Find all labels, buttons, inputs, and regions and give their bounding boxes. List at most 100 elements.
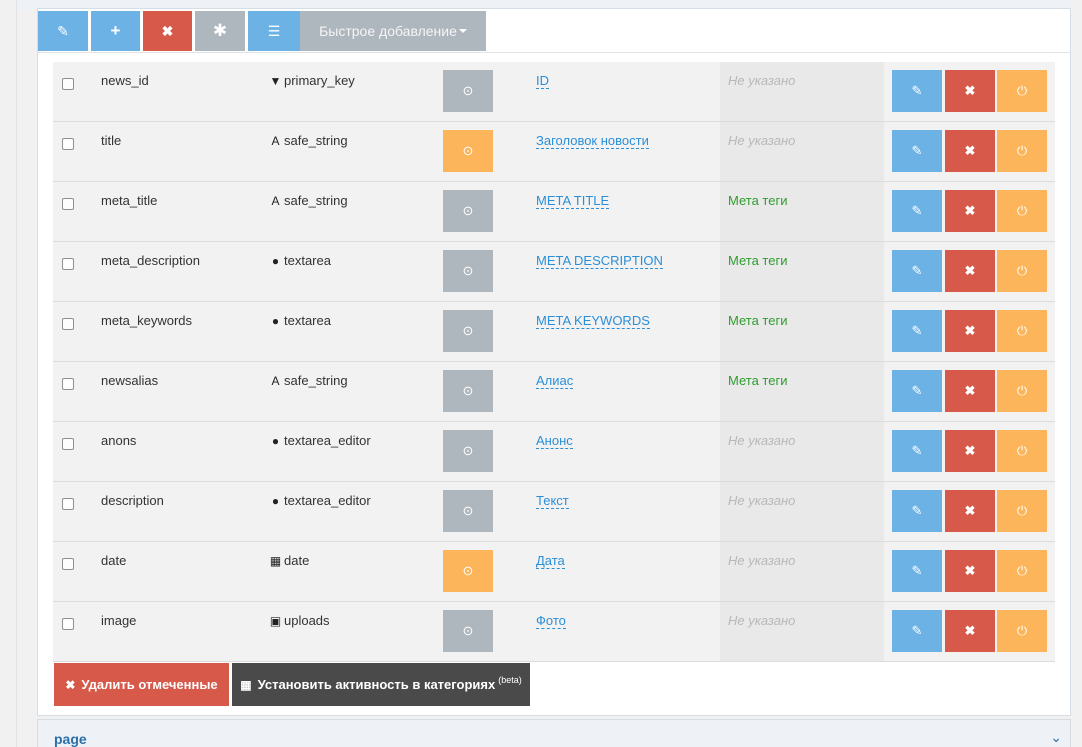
row-delete-button[interactable]: ✖ xyxy=(945,370,995,412)
fields-table: news_id ▼ primary_key ⊙ ID Не указано ✎ ✖… xyxy=(53,62,1055,662)
field-title-link[interactable]: Заголовок новости xyxy=(536,133,649,149)
field-type-label: uploads xyxy=(284,613,330,628)
status-toggle-button[interactable]: ⊙ xyxy=(443,70,493,112)
comment-icon: ● xyxy=(271,254,280,268)
row-delete-button[interactable]: ✖ xyxy=(945,430,995,472)
scrollbar-track[interactable] xyxy=(1072,0,1082,747)
status-toggle-button[interactable]: ⊙ xyxy=(443,190,493,232)
row-delete-button[interactable]: ✖ xyxy=(945,550,995,592)
field-title-link[interactable]: Фото xyxy=(536,613,566,629)
cross-icon: ✖ xyxy=(964,503,976,518)
field-name: newsalias xyxy=(101,373,159,388)
row-power-button[interactable]: ⏻ xyxy=(997,430,1047,472)
status-toggle-button[interactable]: ⊙ xyxy=(443,490,493,532)
table-row: meta_keywords ● textarea ⊙ META KEYWORDS … xyxy=(53,302,1055,362)
row-edit-button[interactable]: ✎ xyxy=(892,550,942,592)
status-toggle-button[interactable]: ⊙ xyxy=(443,550,493,592)
row-edit-button[interactable]: ✎ xyxy=(892,250,942,292)
field-title-link[interactable]: Дата xyxy=(536,553,565,569)
cross-icon: ✖ xyxy=(964,383,976,398)
status-toggle-button[interactable]: ⊙ xyxy=(443,430,493,472)
row-checkbox[interactable] xyxy=(62,78,74,90)
row-power-button[interactable]: ⏻ xyxy=(997,490,1047,532)
row-checkbox[interactable] xyxy=(62,318,74,330)
row-checkbox[interactable] xyxy=(62,378,74,390)
toolbar-list-button[interactable]: ☰ xyxy=(248,11,300,51)
cross-icon: ✖ xyxy=(964,143,976,158)
check-circle-icon: ⊙ xyxy=(462,263,474,278)
power-icon: ⏻ xyxy=(1016,563,1028,578)
row-power-button[interactable]: ⏻ xyxy=(997,370,1047,412)
row-edit-button[interactable]: ✎ xyxy=(892,190,942,232)
status-toggle-button[interactable]: ⊙ xyxy=(443,370,493,412)
field-name: news_id xyxy=(101,73,149,88)
row-checkbox[interactable] xyxy=(62,198,74,210)
field-title-link[interactable]: META DESCRIPTION xyxy=(536,253,663,269)
field-type-label: safe_string xyxy=(284,193,348,208)
pencil-icon: ✎ xyxy=(911,203,923,218)
row-edit-button[interactable]: ✎ xyxy=(892,370,942,412)
row-checkbox[interactable] xyxy=(62,138,74,150)
row-power-button[interactable]: ⏻ xyxy=(997,550,1047,592)
row-delete-button[interactable]: ✖ xyxy=(945,250,995,292)
set-activity-button[interactable]: ▦ Установить активность в категориях (be… xyxy=(232,663,530,706)
row-delete-button[interactable]: ✖ xyxy=(945,130,995,172)
row-power-button[interactable]: ⏻ xyxy=(997,130,1047,172)
status-toggle-button[interactable]: ⊙ xyxy=(443,130,493,172)
check-circle-icon: ⊙ xyxy=(462,143,474,158)
status-toggle-button[interactable]: ⊙ xyxy=(443,310,493,352)
field-title-link[interactable]: ID xyxy=(536,73,549,89)
row-power-button[interactable]: ⏻ xyxy=(997,310,1047,352)
field-category: Не указано xyxy=(728,493,796,508)
picture-icon: ▣ xyxy=(269,614,282,628)
field-category: Мета теги xyxy=(728,313,788,328)
row-edit-button[interactable]: ✎ xyxy=(892,430,942,472)
page-panel-title: page xyxy=(54,731,87,747)
row-power-button[interactable]: ⏻ xyxy=(997,250,1047,292)
field-title-link[interactable]: Текст xyxy=(536,493,569,509)
row-edit-button[interactable]: ✎ xyxy=(892,130,942,172)
status-toggle-button[interactable]: ⊙ xyxy=(443,610,493,652)
field-category: Мета теги xyxy=(728,373,788,388)
page-panel-header[interactable]: page ⌄ xyxy=(37,719,1071,747)
field-type: ▣ uploads xyxy=(269,613,330,628)
field-title-link[interactable]: Алиас xyxy=(536,373,574,389)
field-name: description xyxy=(101,493,164,508)
row-checkbox[interactable] xyxy=(62,258,74,270)
field-title-link[interactable]: META TITLE xyxy=(536,193,610,209)
row-edit-button[interactable]: ✎ xyxy=(892,70,942,112)
row-checkbox[interactable] xyxy=(62,438,74,450)
status-toggle-button[interactable]: ⊙ xyxy=(443,250,493,292)
toolbar-asterisk-button[interactable]: ✱ xyxy=(195,11,245,51)
row-edit-button[interactable]: ✎ xyxy=(892,490,942,532)
row-checkbox[interactable] xyxy=(62,618,74,630)
row-delete-button[interactable]: ✖ xyxy=(945,610,995,652)
row-power-button[interactable]: ⏻ xyxy=(997,610,1047,652)
row-delete-button[interactable]: ✖ xyxy=(945,490,995,532)
row-delete-button[interactable]: ✖ xyxy=(945,190,995,232)
cross-icon: ✖ xyxy=(964,563,976,578)
power-icon: ⏻ xyxy=(1016,203,1028,218)
row-edit-button[interactable]: ✎ xyxy=(892,610,942,652)
toolbar-delete-button[interactable]: ✖ xyxy=(143,11,192,51)
quick-add-dropdown[interactable]: Быстрое добавление xyxy=(300,11,486,51)
row-checkbox[interactable] xyxy=(62,558,74,570)
row-power-button[interactable]: ⏻ xyxy=(997,190,1047,232)
row-checkbox[interactable] xyxy=(62,498,74,510)
toolbar-add-button[interactable]: + xyxy=(91,11,140,51)
cross-icon: ✖ xyxy=(161,22,174,39)
chevron-down-icon[interactable]: ⌄ xyxy=(1050,729,1062,746)
toolbar: ✎ + ✖ ✱ ☰ Быстрое добавление xyxy=(38,11,489,53)
row-edit-button[interactable]: ✎ xyxy=(892,310,942,352)
row-delete-button[interactable]: ✖ xyxy=(945,70,995,112)
field-title-link[interactable]: META KEYWORDS xyxy=(536,313,650,329)
pencil-icon: ✎ xyxy=(911,623,923,638)
row-power-button[interactable]: ⏻ xyxy=(997,70,1047,112)
field-name: meta_title xyxy=(101,193,158,208)
field-title-link[interactable]: Анонс xyxy=(536,433,573,449)
delete-selected-button[interactable]: ✖ Удалить отмеченные xyxy=(54,663,229,706)
check-circle-icon: ⊙ xyxy=(462,623,474,638)
row-delete-button[interactable]: ✖ xyxy=(945,310,995,352)
toolbar-edit-button[interactable]: ✎ xyxy=(38,11,88,51)
check-circle-icon: ⊙ xyxy=(462,323,474,338)
